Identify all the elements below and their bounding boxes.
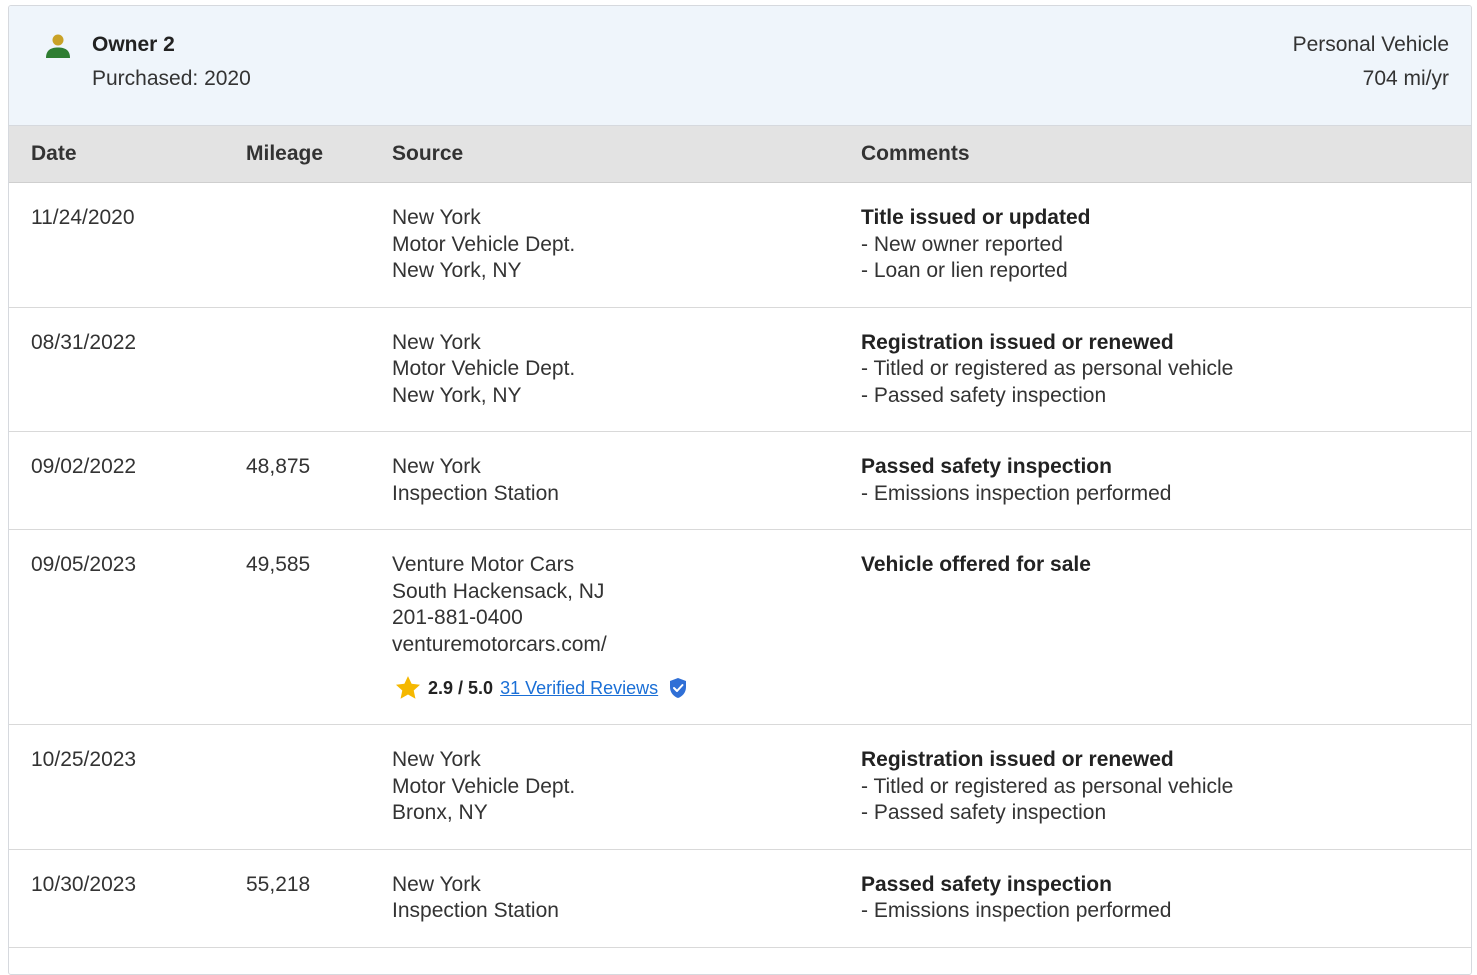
comment-item: New owner reported <box>861 232 1471 259</box>
comment-title: Passed safety inspection <box>861 455 1112 478</box>
comment-title: Title issued or updated <box>861 206 1091 229</box>
source-line: New York <box>392 455 481 478</box>
header-comments: Comments <box>861 126 1471 183</box>
table-row: 10/25/2023 New York Motor Vehicle Dept. Bro… <box>9 725 1471 850</box>
owner-title: Owner 2 <box>92 33 175 56</box>
row-mileage <box>246 307 392 432</box>
row-source: New York Motor Vehicle Dept. New York, NY <box>392 183 861 308</box>
row-mileage: 55,218 <box>246 872 311 896</box>
source-line: Venture Motor Cars <box>392 553 575 576</box>
row-source: New York Motor Vehicle Dept. New York, NY <box>392 307 861 432</box>
owner-history-card: Owner 2 Purchased: 2020 Personal Vehicle… <box>8 5 1472 975</box>
source-line: venturemotorcars.com/ <box>392 632 607 656</box>
row-date: 09/05/2023 <box>31 553 137 576</box>
source-line: New York <box>392 330 481 354</box>
source-line: Inspection Station <box>392 481 559 505</box>
comment-title: Registration issued or renewed <box>861 330 1174 354</box>
table-row: 10/30/2023 55,218 New York Inspection Stati… <box>9 849 1471 947</box>
row-date: 11/24/2020 <box>31 206 135 229</box>
comment-item: Passed safety inspection <box>861 383 1471 410</box>
source-line: Motor Vehicle Dept. <box>392 774 576 798</box>
comment-item: Emissions inspection performed <box>861 481 1471 508</box>
source-line: New York, NY <box>392 259 522 282</box>
comment-item: Passed safety inspection <box>861 800 1471 827</box>
owner-miles-per-year: 704 mi/yr <box>1362 67 1449 90</box>
source-line: South Hackensack, NJ <box>392 579 605 603</box>
comment-title: Passed safety inspection <box>861 872 1112 896</box>
verified-shield-icon <box>670 678 687 698</box>
owner-usage-type: Personal Vehicle <box>1292 33 1449 56</box>
table-row: 09/02/2022 48,875 New York Inspection Stati… <box>9 432 1471 530</box>
row-source: New York Inspection Station <box>392 432 861 530</box>
source-line: New York, NY <box>392 383 522 407</box>
comment-item: Loan or lien reported <box>861 258 1471 285</box>
row-source: Venture Motor Cars South Hackensack, NJ 20… <box>392 530 861 725</box>
dealer-rating: 2.9 / 5.0 31 Verified Reviews <box>392 674 861 702</box>
row-comments: Registration issued or renewedTitled or … <box>861 307 1471 432</box>
person-icon <box>46 34 70 58</box>
table-row: 08/31/2022 New York Motor Vehicle Dept. New… <box>9 307 1471 432</box>
star-icon <box>395 676 421 699</box>
row-date: 10/30/2023 <box>31 872 137 896</box>
header-date: Date <box>9 126 246 183</box>
row-date: 08/31/2022 <box>31 330 137 354</box>
row-date: 09/02/2022 <box>31 455 137 478</box>
source-line: Motor Vehicle Dept. <box>392 232 576 256</box>
comment-title: Vehicle offered for sale <box>861 553 1091 576</box>
source-line: Inspection Station <box>392 899 559 922</box>
source-line: Motor Vehicle Dept. <box>392 357 576 380</box>
header-mileage: Mileage <box>246 126 392 183</box>
row-comments: Title issued or updated New owner reporte… <box>861 183 1471 308</box>
comment-item: Emissions inspection performed <box>861 898 1471 925</box>
row-mileage <box>246 183 392 308</box>
source-line: Bronx, NY <box>392 801 488 824</box>
table-header-row: Date Mileage Source Comments <box>9 126 1471 183</box>
owner-purchased: Purchased: 2020 <box>92 67 251 90</box>
rating-value: 2.9 / 5.0 <box>428 677 494 698</box>
row-comments: Passed safety inspectionEmissions inspec… <box>861 849 1471 947</box>
source-line: New York <box>392 748 481 771</box>
row-comments: Passed safety inspection Emissions inspec… <box>861 432 1471 530</box>
source-line: New York <box>392 206 481 229</box>
table-row: 09/05/2023 49,585 Venture Motor Cars South … <box>9 530 1471 725</box>
source-line: New York <box>392 872 481 896</box>
row-mileage <box>246 725 392 850</box>
row-mileage: 49,585 <box>246 553 311 576</box>
header-source: Source <box>392 126 861 183</box>
row-comments: Vehicle offered for sale <box>861 530 1471 725</box>
comment-title: Registration issued or renewed <box>861 748 1174 771</box>
source-line: 201-881-0400 <box>392 606 523 629</box>
history-table: Date Mileage Source Comments 11/24/2020 N… <box>9 126 1471 948</box>
row-source: New York Inspection Station <box>392 849 861 947</box>
table-row: 11/24/2020 New York Motor Vehicle Dept. New… <box>9 183 1471 308</box>
verified-reviews-link[interactable]: 31 Verified Reviews <box>500 675 658 702</box>
history-rows: 11/24/2020 New York Motor Vehicle Dept. New… <box>9 183 1471 947</box>
comment-item: Titled or registered as personal vehicle <box>861 774 1471 801</box>
owner-header: Owner 2 Purchased: 2020 Personal Vehicle… <box>9 6 1471 126</box>
row-comments: Registration issued or renewed Titled or … <box>861 725 1471 850</box>
row-mileage: 48,875 <box>246 455 311 478</box>
row-source: New York Motor Vehicle Dept. Bronx, NY <box>392 725 861 850</box>
comment-item: Titled or registered as personal vehicle <box>861 356 1471 383</box>
row-date: 10/25/2023 <box>31 748 137 771</box>
